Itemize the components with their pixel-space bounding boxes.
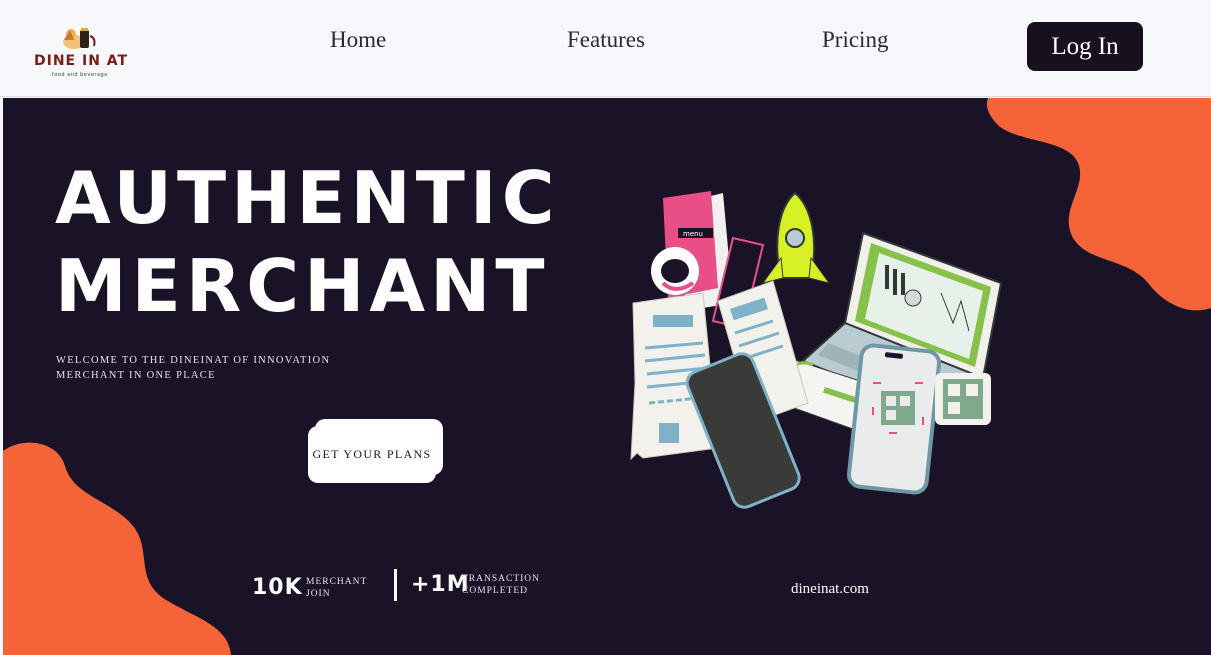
rocket-graphic xyxy=(761,191,831,284)
stats-divider xyxy=(394,569,397,601)
stat-transactions-label-line-2: COMPLETED xyxy=(462,586,528,596)
menu-label: menu xyxy=(683,230,703,238)
stat-merchants-label: MERCHANT JOIN xyxy=(306,576,367,600)
logo-food-icon xyxy=(63,28,96,49)
nav-link-pricing[interactable]: Pricing xyxy=(822,27,888,53)
brand-name: DINE IN AT xyxy=(34,53,129,69)
welcome-line-2: MERCHANT IN ONE PLACE xyxy=(56,370,216,381)
decorative-blob-bottom-left xyxy=(3,442,231,655)
login-button[interactable]: Log In xyxy=(1027,22,1143,71)
merchant-devices-illustration: menu xyxy=(630,191,1003,509)
get-plans-button[interactable]: GET YOUR PLANS xyxy=(308,426,436,483)
stat-merchants-label-line-1: MERCHANT xyxy=(306,577,368,587)
hero-headline: AUTHENTIC MERCHANT xyxy=(55,154,560,330)
stat-merchants-value: 10K xyxy=(252,575,303,600)
stat-transactions-label: TRANSACTION COMPLETED xyxy=(462,573,540,597)
brand-tagline: food and beverage xyxy=(52,72,108,78)
stat-transactions-value: +1M xyxy=(411,572,470,597)
nav-link-features[interactable]: Features xyxy=(567,27,645,53)
top-nav: DINE IN AT food and beverage Home Featur… xyxy=(0,0,1211,97)
qr-card-graphic xyxy=(935,373,991,425)
hero-welcome-text: WELCOME TO THE DINEINAT OF INNOVATION ME… xyxy=(56,353,330,383)
welcome-line-1: WELCOME TO THE DINEINAT OF INNOVATION xyxy=(56,355,331,366)
site-url-link[interactable]: dineinat.com xyxy=(791,581,869,598)
hero-section: AUTHENTIC MERCHANT WELCOME TO THE DINEIN… xyxy=(3,98,1211,655)
stat-transactions-label-line-1: TRANSACTION xyxy=(462,574,541,584)
coffee-cup-graphic xyxy=(651,247,699,295)
brand-logo[interactable]: DINE IN AT food and beverage xyxy=(30,20,130,82)
headline-line-2: MERCHANT xyxy=(55,244,550,328)
nav-link-home[interactable]: Home xyxy=(330,27,386,53)
qr-phone-graphic xyxy=(846,343,942,495)
stat-merchants-label-line-2: JOIN xyxy=(306,589,331,599)
headline-line-1: AUTHENTIC xyxy=(55,156,560,240)
